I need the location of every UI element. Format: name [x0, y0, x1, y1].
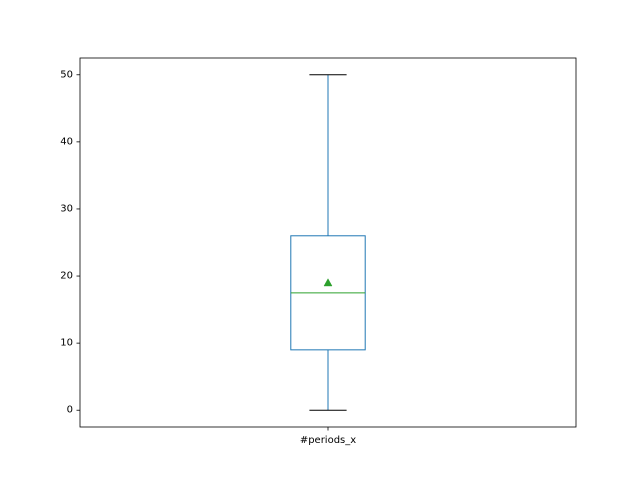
y-tick-label: 0: [67, 405, 73, 416]
y-tick-label: 30: [60, 203, 73, 214]
y-tick-label: 50: [60, 69, 73, 80]
y-tick-label: 40: [60, 136, 73, 147]
y-tick-label: 10: [60, 338, 73, 349]
x-tick-label: #periods_x: [300, 435, 356, 446]
y-tick-label: 20: [60, 271, 73, 282]
box-plot-chart: 0 10 20 30 40 50 #periods_x: [0, 0, 640, 480]
